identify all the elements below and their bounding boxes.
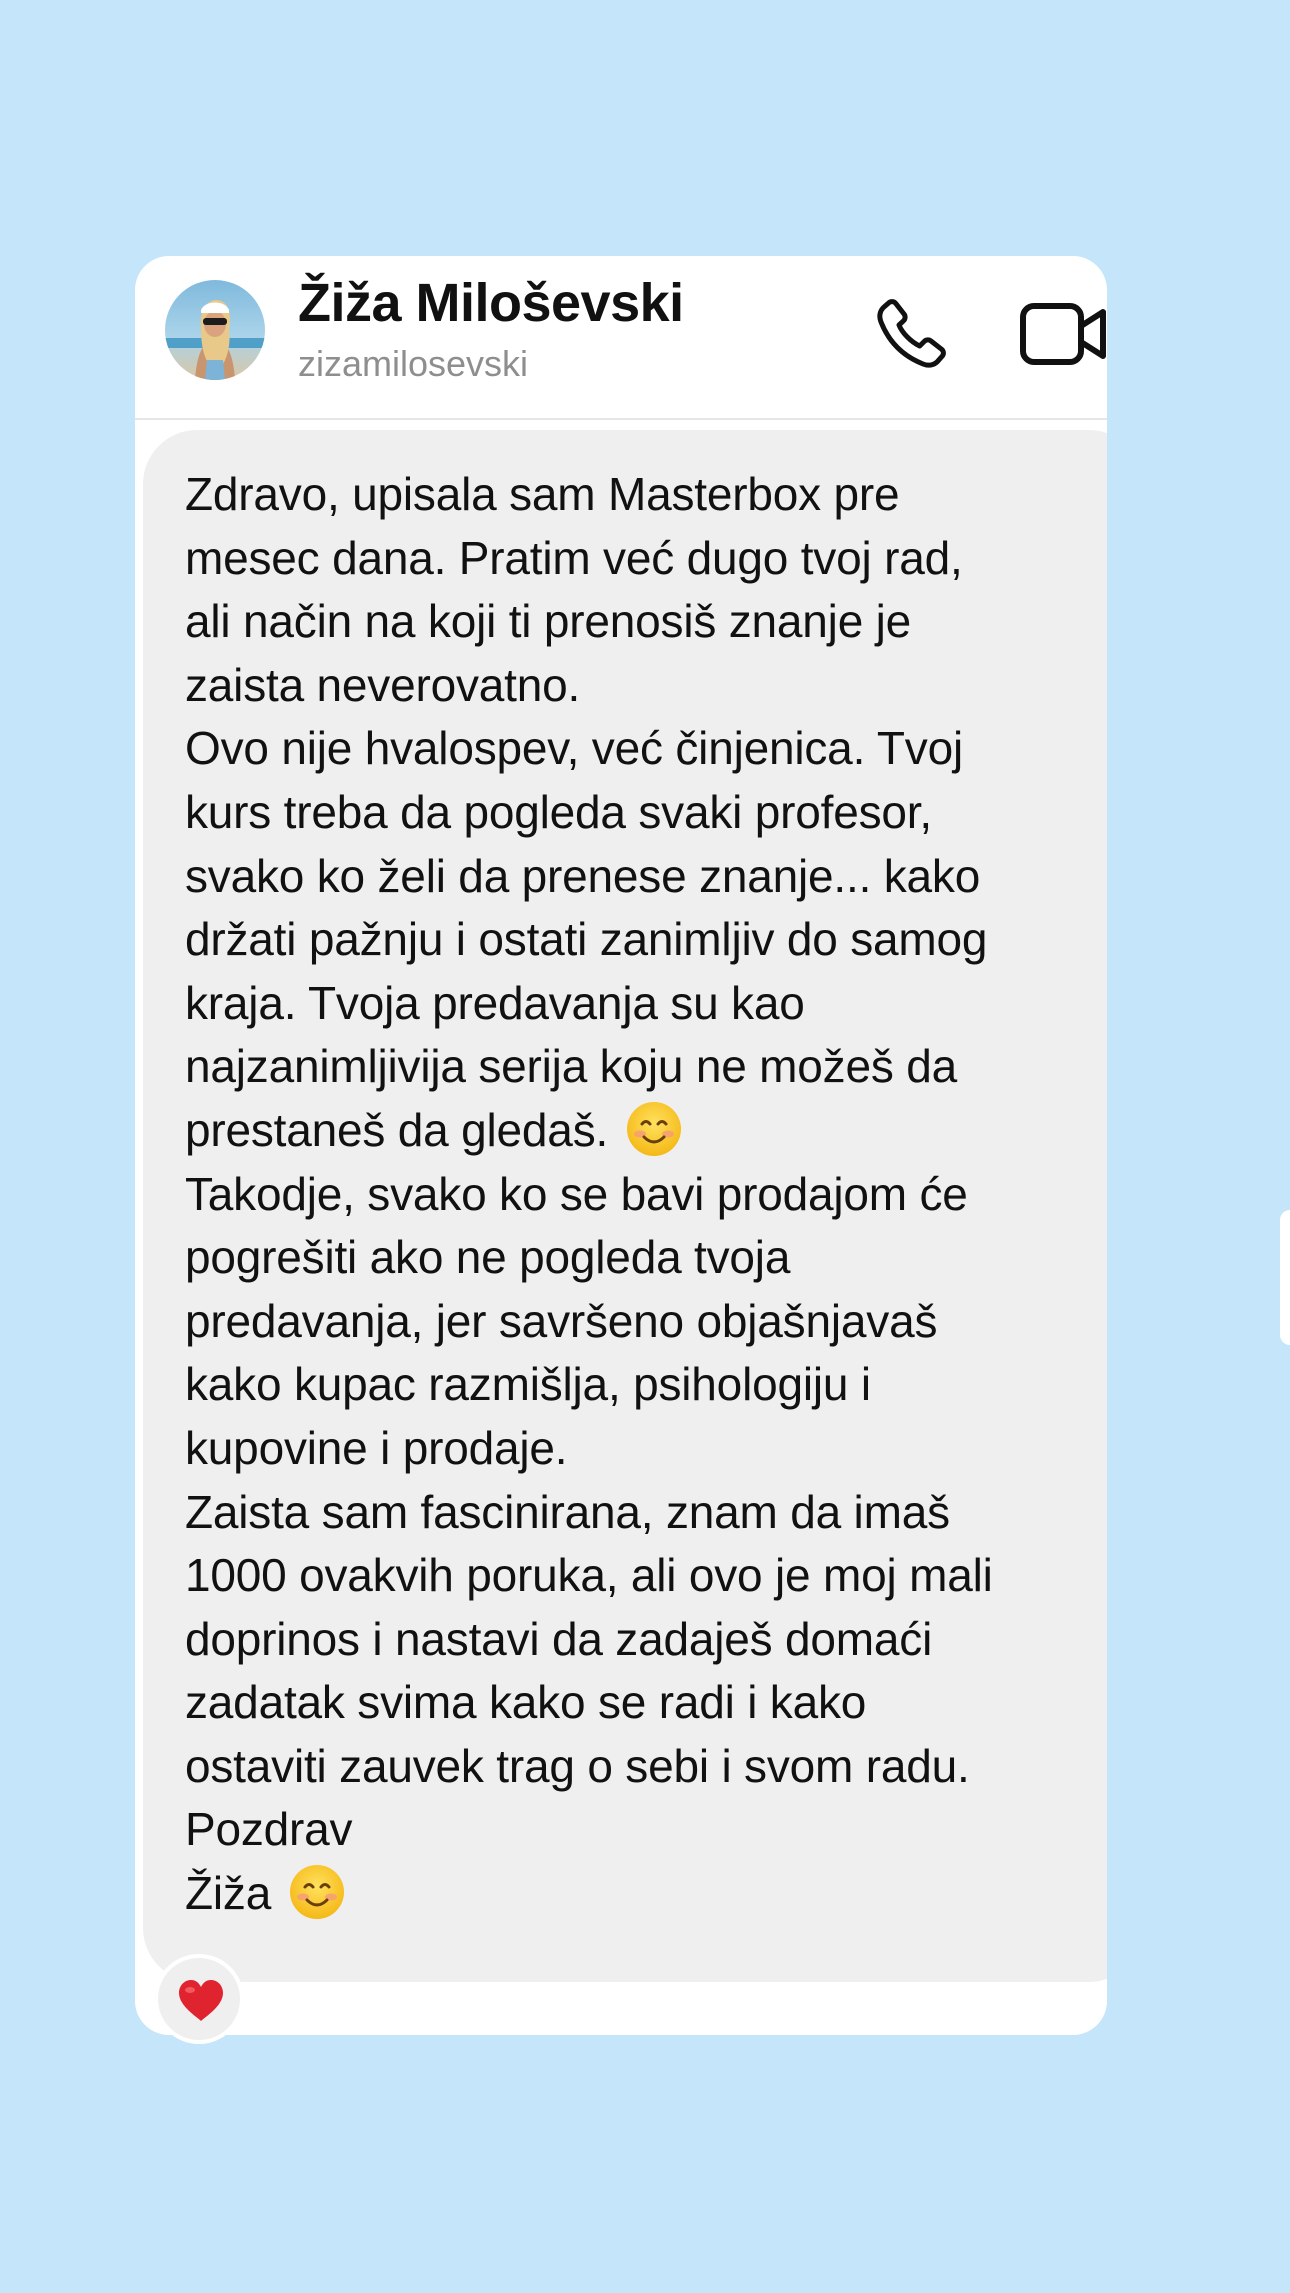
smiling-face-emoji-icon — [625, 1100, 683, 1158]
message-line: doprinos i nastavi da zadaješ domaći — [185, 1612, 933, 1665]
side-handle — [1280, 1210, 1290, 1345]
message-line: mesec dana. Pratim već dugo tvoj rad, — [185, 531, 963, 584]
heart-reaction[interactable] — [154, 1954, 244, 2044]
message-line: pogrešiti ako ne pogleda tvoja — [185, 1231, 791, 1284]
message-line-text: Žiža — [185, 1867, 272, 1920]
message-line: držati pažnju i ostati zanimljiv do samo… — [185, 913, 988, 966]
message-line: kupovine i prodaje. — [185, 1421, 568, 1474]
message-line-with-emoji: Žiža — [185, 1862, 1105, 1926]
message-line: kako kupac razmišlja, psihologiju i — [185, 1358, 871, 1411]
message-line: Zdravo, upisala sam Masterbox pre — [185, 468, 900, 520]
message-line: kraja. Tvoja predavanja su kao — [185, 976, 805, 1029]
message-line-text: prestaneš da gledaš. — [185, 1103, 609, 1156]
message-line: zaista neverovatno. — [185, 658, 581, 711]
message-line: Pozdrav — [185, 1803, 353, 1856]
contact-username: zizamilosevski — [298, 343, 529, 384]
message-line: ostaviti zauvek trag o sebi i svom radu. — [185, 1739, 970, 1792]
chat-header: Žiža Miloševski zizamilosevski — [135, 256, 1107, 420]
message-text: Zdravo, upisala sam Masterbox pre mesec … — [185, 463, 1105, 1926]
message-line: kurs treba da pogleda svaki profesor, — [185, 785, 932, 838]
phone-icon[interactable] — [871, 294, 951, 374]
message-line: Ovo nije hvalospev, već činjenica. Tvoj — [185, 722, 963, 775]
message-line: ali način na koji ti prenosiš znanje je — [185, 595, 912, 648]
message-line: zadatak svima kako se radi i kako — [185, 1676, 867, 1729]
message-line-with-emoji: prestaneš da gledaš. — [185, 1099, 1105, 1163]
avatar[interactable] — [165, 280, 265, 380]
video-camera-icon[interactable] — [1019, 296, 1107, 372]
chat-window: Žiža Miloševski zizamilosevski Zdravo, u… — [135, 256, 1107, 2035]
message-line: Zaista sam fascinirana, znam da imaš — [185, 1485, 950, 1538]
message-bubble[interactable]: Zdravo, upisala sam Masterbox pre mesec … — [143, 430, 1107, 1982]
red-heart-icon — [179, 1980, 223, 2021]
contact-name[interactable]: Žiža Miloševski — [298, 272, 684, 334]
smiling-face-emoji-icon — [288, 1863, 346, 1921]
message-line: predavanja, jer savršeno objašnjavaš — [185, 1294, 938, 1347]
message-line: najzanimljivija serija koju ne možeš da — [185, 1040, 957, 1093]
message-line: Takodje, svako ko se bavi prodajom će — [185, 1167, 968, 1220]
message-line: svako ko želi da prenese znanje... kako — [185, 849, 981, 902]
message-line: 1000 ovakvih poruka, ali ovo je moj mali — [185, 1549, 993, 1602]
